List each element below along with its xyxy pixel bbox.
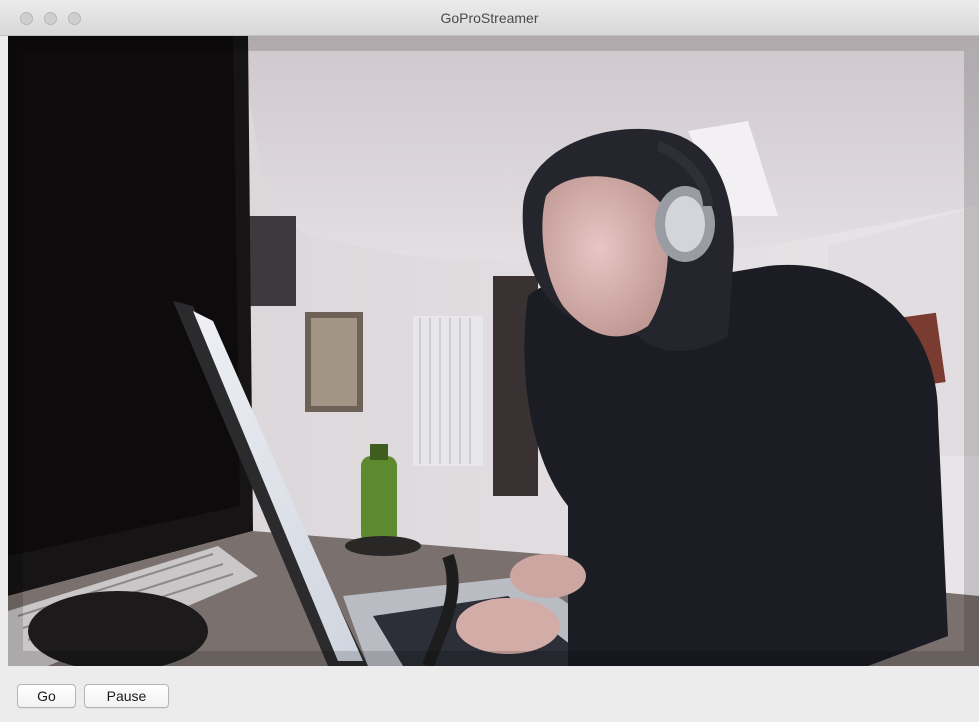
- control-bar: Go Pause: [0, 666, 979, 722]
- window-title: GoProStreamer: [440, 10, 539, 26]
- go-button[interactable]: Go: [17, 684, 76, 708]
- app-window: GoProStreamer Go Pause: [0, 0, 979, 722]
- video-frame: [8, 36, 979, 666]
- pause-button[interactable]: Pause: [84, 684, 169, 708]
- video-stream-view: [8, 36, 979, 666]
- title-bar: GoProStreamer: [0, 0, 979, 36]
